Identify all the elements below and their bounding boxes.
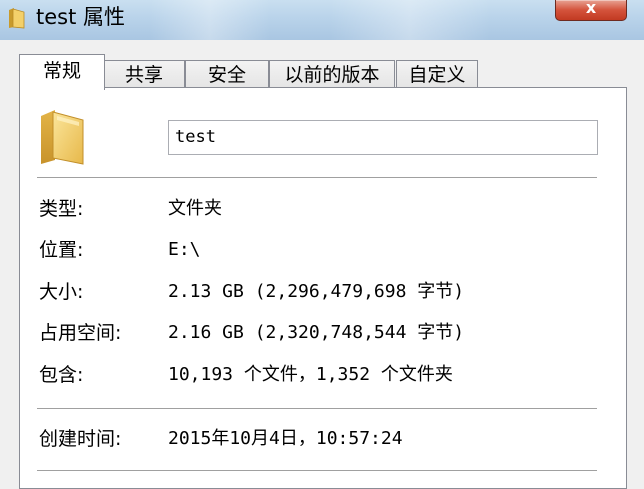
title-bar[interactable]: test 属性 x xyxy=(0,0,644,40)
glass-streak xyxy=(150,0,270,40)
type-value: 文件夹 xyxy=(168,198,222,219)
created-value: 2015年10月4日，10:57:24 xyxy=(168,428,403,449)
separator xyxy=(37,177,597,178)
size-on-disk-value: 2.16 GB (2,320,748,544 字节) xyxy=(168,322,465,343)
contains-value: 10,193 个文件，1,352 个文件夹 xyxy=(168,364,453,385)
folder-icon xyxy=(9,8,25,29)
size-value: 2.13 GB (2,296,479,698 字节) xyxy=(168,281,465,302)
folder-large-icon xyxy=(41,110,84,165)
folder-name-input[interactable]: test xyxy=(168,120,598,155)
contains-label: 包含: xyxy=(39,364,84,386)
close-icon: x xyxy=(585,0,597,17)
separator xyxy=(37,470,597,471)
tab-previous-versions[interactable]: 以前的版本 xyxy=(269,60,395,89)
type-label: 类型: xyxy=(39,198,84,220)
location-value: E:\ xyxy=(168,239,201,260)
close-button[interactable]: x xyxy=(555,0,627,21)
tab-security[interactable]: 安全 xyxy=(185,60,269,89)
size-label: 大小: xyxy=(39,281,84,303)
location-label: 位置: xyxy=(39,239,84,261)
tab-general[interactable]: 常规 xyxy=(19,54,105,90)
created-label: 创建时间: xyxy=(39,428,122,450)
tab-sharing[interactable]: 共享 xyxy=(103,60,185,89)
separator xyxy=(37,408,597,409)
size-on-disk-label: 占用空间: xyxy=(39,322,122,344)
tab-strip: 常规 共享 安全 以前的版本 自定义 xyxy=(0,52,644,90)
glass-streak xyxy=(330,0,490,40)
window-title: test 属性 xyxy=(36,5,126,29)
tab-customize[interactable]: 自定义 xyxy=(396,60,478,89)
